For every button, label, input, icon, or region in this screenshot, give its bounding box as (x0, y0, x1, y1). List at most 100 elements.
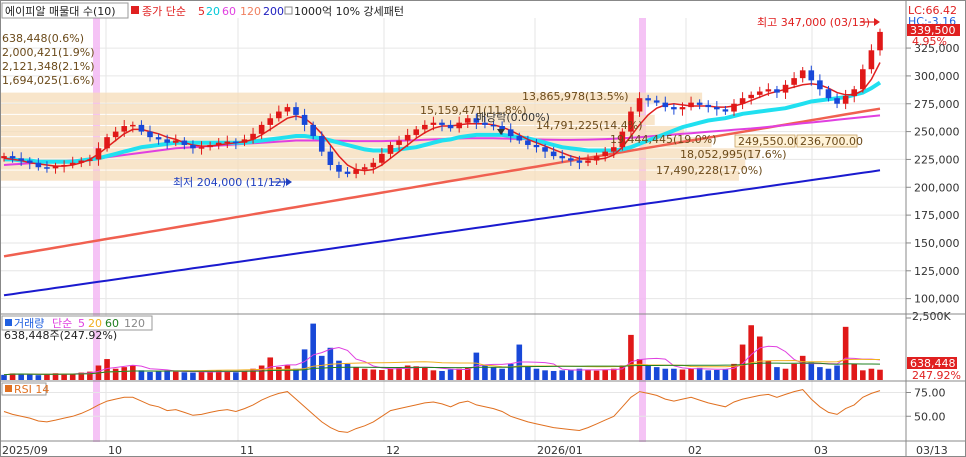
volume-bar (628, 334, 634, 380)
volume-bar (550, 370, 557, 380)
candle-body (379, 153, 385, 163)
date-tick: 11 (240, 444, 254, 457)
volume-bar (172, 371, 179, 380)
candle-body (301, 114, 308, 125)
candle-body (318, 136, 325, 152)
candle-body (516, 136, 523, 141)
candle-body (808, 70, 815, 81)
candle-body (499, 126, 505, 130)
candle-body (877, 31, 883, 51)
candle-body (130, 124, 136, 127)
volume-bar (370, 369, 377, 380)
candle-body (370, 162, 377, 168)
candle-body (739, 98, 746, 104)
volume-bar (610, 368, 617, 380)
candle-body (250, 133, 256, 140)
candle-body (207, 144, 213, 148)
candle-body (817, 80, 823, 90)
candle-body (714, 107, 720, 110)
volume-bar (18, 373, 24, 380)
candle-body (310, 124, 316, 137)
candle-body (610, 147, 617, 152)
date-tick: 03/13 (916, 444, 948, 457)
candle-body (490, 124, 497, 127)
price-tick: 150,000 (914, 237, 960, 250)
candle-body (456, 122, 462, 129)
volume-bar (130, 365, 136, 380)
volume-bar (490, 367, 497, 380)
candle-body (550, 151, 557, 157)
candle-body (464, 118, 471, 123)
price-tick: 275,000 (914, 98, 960, 111)
candle-body (525, 140, 531, 145)
volume-bar (533, 368, 540, 380)
profile-band (0, 170, 739, 181)
candle-body (447, 124, 454, 129)
volume-bar (224, 371, 231, 380)
volume-bar (284, 365, 291, 380)
candle-body (293, 107, 299, 115)
legend-ma60: 60 (222, 5, 236, 18)
stock-chart: 325,000300,000275,000250,000225,000200,0… (0, 0, 966, 457)
volume-bar (877, 369, 883, 380)
candle-body (602, 151, 608, 157)
candle-body (104, 137, 110, 149)
volume-bar (301, 349, 308, 380)
rsi-tick: 75.00 (914, 387, 946, 400)
price-tick: 300,000 (914, 70, 960, 83)
volume-tick: 2,500K (912, 310, 951, 323)
volume-bar (782, 368, 789, 380)
candle-body (52, 166, 59, 169)
volume-bar (817, 367, 823, 380)
candle-body (361, 167, 368, 170)
volume-bar (430, 370, 437, 380)
volume-pct: 247.92% (912, 369, 961, 382)
volume-bar (190, 372, 196, 380)
legend-ma-title: 종가 단순 (142, 5, 186, 18)
profile-label: 17,490,228(17.0%) (656, 164, 763, 177)
candle-body (241, 139, 248, 143)
volume-bar (774, 367, 780, 380)
candle-body (645, 98, 651, 101)
low-annotation: 최저 204,000 (11/12) (173, 176, 286, 189)
volume-bar (860, 370, 866, 380)
volume-bar (1, 374, 7, 380)
candle-body (791, 78, 797, 85)
candle-body (868, 50, 875, 70)
volume-bar (35, 375, 42, 380)
candle-body (765, 89, 772, 92)
volume-bar (379, 370, 385, 380)
candle-body (121, 126, 128, 132)
candle-body (705, 104, 712, 108)
legend-ma120: 120 (240, 5, 261, 18)
candle-body (224, 141, 231, 144)
pct-label: 4.95% (912, 35, 947, 48)
volume-bar (568, 369, 574, 380)
legend-ma5: 5 (198, 5, 205, 18)
left-summary-3: 2,121,348(2.1%) (2, 60, 95, 73)
candle-body (696, 102, 703, 105)
candle-body (396, 140, 402, 145)
left-summary-1: 638,448(0.6%) (2, 32, 84, 45)
price-tick: 200,000 (914, 181, 960, 194)
volume-bar (233, 372, 239, 380)
price-tick: 225,000 (914, 153, 960, 166)
volume-bar (662, 368, 669, 380)
candle-body (722, 109, 729, 112)
volume-bar (525, 365, 531, 380)
date-tick: 2025/09 (2, 444, 48, 457)
candle-body (181, 140, 188, 145)
candle-body (387, 144, 394, 154)
candle-body (1, 156, 7, 159)
candle-body (860, 69, 866, 90)
volume-bar (791, 363, 797, 380)
candle-body (190, 144, 196, 149)
volume-bar (310, 323, 316, 380)
candle-body (439, 122, 445, 125)
candle-body (533, 144, 540, 148)
candle-body (61, 165, 67, 167)
candle-body (782, 84, 789, 93)
candle-body (164, 139, 170, 143)
date-tick: 02 (688, 444, 702, 457)
volume-bar (258, 365, 265, 380)
